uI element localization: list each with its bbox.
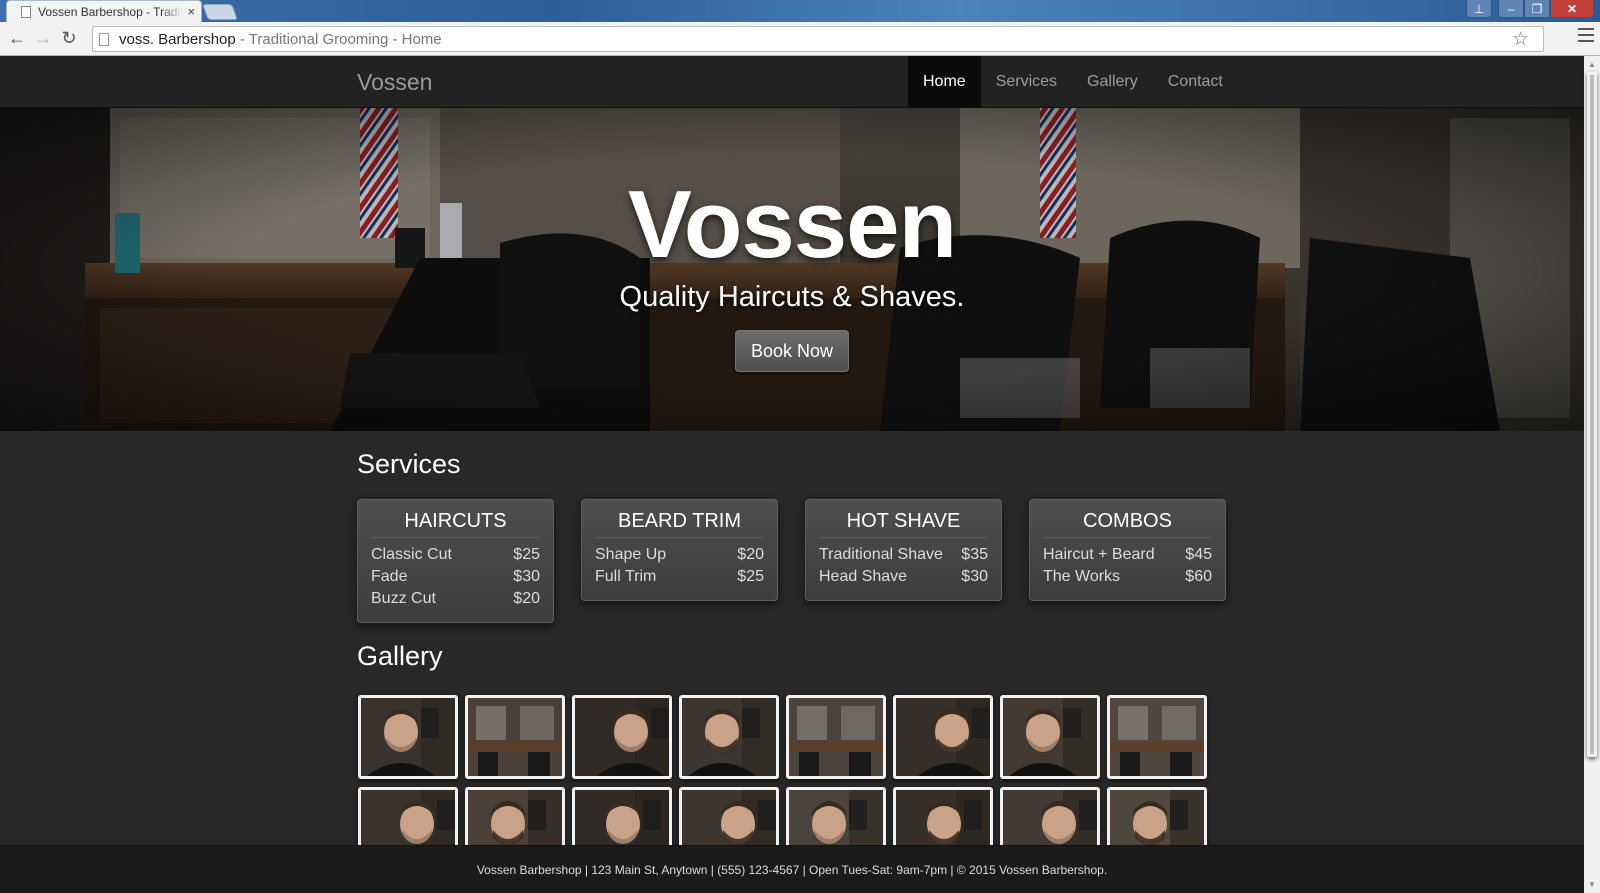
service-row: Buzz Cut $20: [371, 588, 540, 610]
new-tab-button[interactable]: [202, 4, 238, 20]
service-price: $30: [513, 568, 540, 585]
browser-tab[interactable]: Vossen Barbershop - Traditional Grooming…: [6, 0, 202, 22]
tab-close-icon[interactable]: ×: [187, 4, 195, 19]
nav-home[interactable]: Home: [908, 56, 981, 108]
site-navbar: Vossen Home Services Gallery Contact: [0, 56, 1584, 108]
address-title: - Traditional Grooming - Home: [235, 30, 442, 48]
page-icon: [99, 32, 109, 46]
service-price: $20: [513, 590, 540, 607]
browser-window: Vossen Barbershop - Traditional Grooming…: [0, 0, 1600, 893]
nav-services[interactable]: Services: [981, 56, 1072, 108]
site-brand[interactable]: Vossen: [357, 69, 432, 96]
gallery-thumbnail[interactable]: [1107, 695, 1207, 779]
service-row: Head Shave $30: [819, 566, 988, 588]
gallery-photo: [1110, 698, 1204, 776]
gallery-photo: [361, 698, 455, 776]
service-name: Full Trim: [595, 568, 657, 585]
service-row: Shape Up $20: [595, 544, 764, 566]
tab-title: Vossen Barbershop - Traditional Grooming…: [38, 4, 184, 19]
gallery-thumbnail[interactable]: [465, 695, 565, 779]
gallery-photo: [896, 698, 990, 776]
chrome-menu-icon[interactable]: [1578, 28, 1594, 42]
service-price: $60: [1185, 568, 1212, 585]
service-name: Haircut + Beard: [1043, 546, 1155, 563]
gallery-photo: [789, 698, 883, 776]
address-bar[interactable]: voss. Barbershop - Traditional Grooming …: [92, 26, 1544, 52]
service-name: The Works: [1043, 568, 1121, 585]
service-name: Fade: [371, 568, 408, 585]
service-row: The Works $60: [1043, 566, 1212, 588]
service-card-haircuts: HAIRCUTS Classic Cut $25 Fade $30 Buzz Cut…: [357, 499, 554, 623]
hero-subtitle: Quality Haircuts & Shaves.: [619, 281, 965, 313]
service-name: Shape Up: [595, 546, 667, 563]
nav-gallery[interactable]: Gallery: [1072, 56, 1153, 108]
gallery-photo: [468, 698, 562, 776]
service-price: $20: [737, 546, 764, 563]
book-now-button[interactable]: Book Now: [735, 330, 849, 372]
service-card-combos: COMBOS Haircut + Beard $45 The Works $60: [1029, 499, 1226, 601]
scroll-down-icon[interactable]: ▼: [1588, 880, 1596, 889]
gallery-photo: [575, 698, 669, 776]
close-window-button[interactable]: ✕: [1550, 0, 1594, 18]
service-row: Full Trim $25: [595, 566, 764, 588]
service-row: Haircut + Beard $45: [1043, 544, 1212, 566]
gallery-heading: Gallery: [357, 641, 443, 671]
gallery-photo: [1003, 698, 1097, 776]
restore-button[interactable]: ❐: [1524, 0, 1550, 18]
service-price: $45: [1185, 546, 1212, 563]
minimize-button[interactable]: –: [1498, 0, 1524, 18]
card-title: BEARD TRIM: [595, 500, 764, 538]
scrollbar-thumb[interactable]: [1587, 72, 1597, 757]
service-card-beard-trim: BEARD TRIM Shape Up $20 Full Trim $25: [581, 499, 778, 601]
gallery-thumbnail[interactable]: [1000, 695, 1100, 779]
address-host: voss. Barbershop: [119, 30, 236, 48]
service-name: Head Shave: [819, 568, 908, 585]
gallery-thumbnail[interactable]: [893, 695, 993, 779]
scroll-up-icon[interactable]: ▲: [1588, 60, 1596, 69]
service-name: Classic Cut: [371, 546, 452, 563]
nav-links: Home Services Gallery Contact: [908, 56, 1238, 108]
hero-title: Vossen: [627, 171, 957, 278]
web-page: Vossen Home Services Gallery Contact Vos…: [0, 56, 1584, 893]
gallery-thumbnail[interactable]: [679, 695, 779, 779]
window-controls: ⊥ – ❐ ✕: [1466, 0, 1594, 18]
gallery-thumbnail[interactable]: [358, 695, 458, 779]
services-heading: Services: [357, 449, 461, 479]
service-row: Classic Cut $25: [371, 544, 540, 566]
service-card-hot-shave: HOT SHAVE Traditional Shave $35 Head Shav…: [805, 499, 1002, 601]
browser-toolbar: ← → ↻ voss. Barbershop - Traditional Gro…: [0, 22, 1600, 56]
service-row: Fade $30: [371, 566, 540, 588]
site-footer: Vossen Barbershop | 123 Main St, Anytown…: [0, 845, 1584, 893]
card-title: HAIRCUTS: [371, 500, 540, 538]
service-price: $25: [513, 546, 540, 563]
forward-icon[interactable]: →: [30, 26, 56, 52]
gallery-thumbnail[interactable]: [572, 695, 672, 779]
card-title: COMBOS: [1043, 500, 1212, 538]
reload-icon[interactable]: ↻: [56, 26, 82, 52]
gallery-thumbnail[interactable]: [786, 695, 886, 779]
page-icon: [21, 5, 31, 18]
page-scrollbar[interactable]: ▲ ▼: [1584, 56, 1600, 893]
back-icon[interactable]: ←: [4, 26, 30, 52]
service-price: $25: [737, 568, 764, 585]
title-bar: Vossen Barbershop - Traditional Grooming…: [0, 0, 1600, 22]
nav-contact[interactable]: Contact: [1153, 56, 1238, 108]
service-price: $35: [961, 546, 988, 563]
gallery-photo: [682, 698, 776, 776]
card-title: HOT SHAVE: [819, 500, 988, 538]
service-price: $30: [961, 568, 988, 585]
user-icon[interactable]: ⊥: [1466, 0, 1492, 18]
service-name: Traditional Shave: [819, 546, 943, 563]
bookmark-star-icon[interactable]: ☆: [1512, 28, 1529, 51]
service-name: Buzz Cut: [371, 590, 436, 607]
service-row: Traditional Shave $35: [819, 544, 988, 566]
hero-banner: Vossen Quality Haircuts & Shaves. Book N…: [0, 108, 1584, 431]
